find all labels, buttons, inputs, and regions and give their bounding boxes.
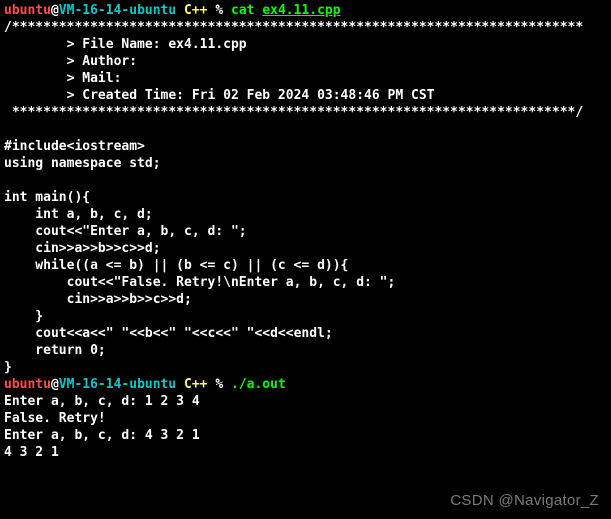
watermark: CSDN @Navigator_Z	[450, 492, 599, 509]
code-line: cout<<a<<" "<<b<<" "<<c<<" "<<d<<endl;	[4, 325, 607, 342]
command: ./a.out	[231, 377, 286, 392]
comment-filename: > File Name: ex4.11.cpp	[4, 36, 607, 53]
cwd: C++	[176, 377, 215, 392]
prompt-line-2: ubuntu@VM-16-14-ubuntu C++ % ./a.out	[4, 376, 607, 393]
code-line: int a, b, c, d;	[4, 206, 607, 223]
at: @	[51, 3, 59, 18]
code-line: int main(){	[4, 189, 607, 206]
command-arg: ex4.11.cpp	[262, 3, 340, 18]
comment-bottom: ****************************************…	[4, 104, 607, 121]
code-line: using namespace std;	[4, 155, 607, 172]
program-output: Enter a, b, c, d: 1 2 3 4	[4, 393, 607, 410]
code-line: cin>>a>>b>>c>>d;	[4, 291, 607, 308]
prompt-line-1: ubuntu@VM-16-14-ubuntu C++ % cat ex4.11.…	[4, 2, 607, 19]
program-output: Enter a, b, c, d: 4 3 2 1	[4, 427, 607, 444]
code-line: return 0;	[4, 342, 607, 359]
code-line: }	[4, 359, 607, 376]
user: ubuntu	[4, 377, 51, 392]
program-output: 4 3 2 1	[4, 444, 607, 461]
code-line: cin>>a>>b>>c>>d;	[4, 240, 607, 257]
terminal-output[interactable]: ubuntu@VM-16-14-ubuntu C++ % cat ex4.11.…	[4, 2, 607, 461]
host: VM-16-14-ubuntu	[59, 377, 176, 392]
code-line: #include<iostream>	[4, 138, 607, 155]
comment-top: /***************************************…	[4, 19, 607, 36]
code-line: cout<<"Enter a, b, c, d: ";	[4, 223, 607, 240]
comment-time: > Created Time: Fri 02 Feb 2024 03:48:46…	[4, 87, 607, 104]
cwd: C++	[176, 3, 215, 18]
user: ubuntu	[4, 3, 51, 18]
code-line: cout<<"False. Retry!\nEnter a, b, c, d: …	[4, 274, 607, 291]
host: VM-16-14-ubuntu	[59, 3, 176, 18]
code-line: while((a <= b) || (b <= c) || (c <= d)){	[4, 257, 607, 274]
comment-mail: > Mail:	[4, 70, 607, 87]
comment-author: > Author:	[4, 53, 607, 70]
blank-line	[4, 172, 607, 189]
command: cat	[231, 3, 262, 18]
code-line: }	[4, 308, 607, 325]
at: @	[51, 377, 59, 392]
blank-line	[4, 121, 607, 138]
prompt-symbol: %	[215, 377, 231, 392]
prompt-symbol: %	[215, 3, 231, 18]
program-output: False. Retry!	[4, 410, 607, 427]
